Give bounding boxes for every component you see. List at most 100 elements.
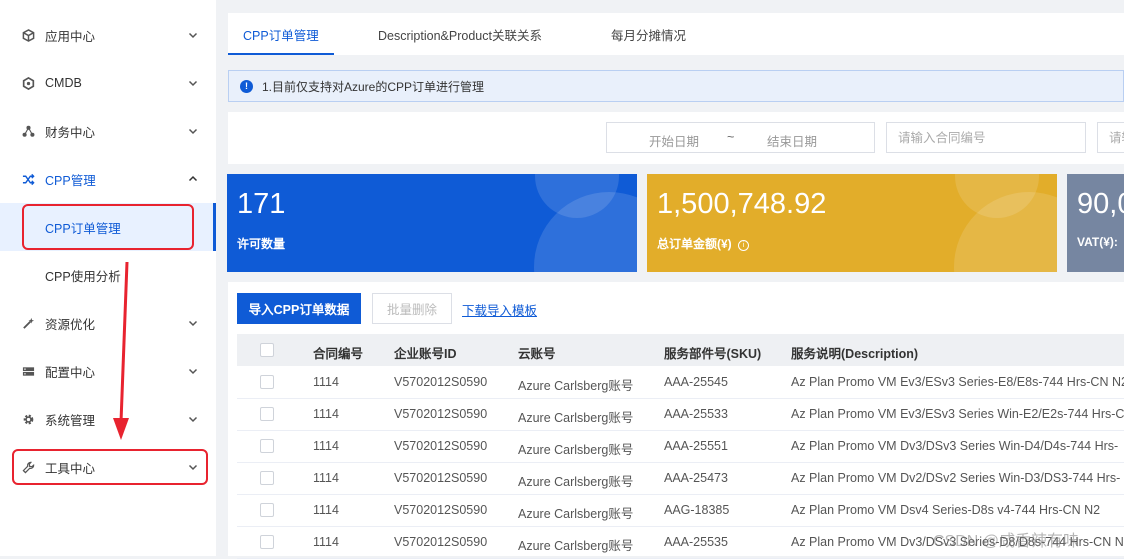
table-row[interactable]: 1114 V5702012S0590 Azure Carlsberg账号 AAA-25… [237,366,1124,399]
tab-monthly-allocation[interactable]: 每月分摊情况 [611,13,686,55]
cell-contract-number: 1114 [313,407,339,421]
tab-description-product[interactable]: Description&Product关联关系 [378,13,542,55]
cell-sku: AAA-25551 [664,439,728,453]
download-template-link[interactable]: 下载导入模板 [462,300,537,319]
cell-description: Az Plan Promo VM Ev3/ESv3 Series-E8/E8s-… [791,375,1124,389]
stat-card-license-count: 171 许可数量 [227,174,637,272]
cell-description: Az Plan Promo VM Dsv4 Series-D8s v4-744 … [791,503,1101,517]
cell-sku: AAA-25545 [664,375,728,389]
row-checkbox[interactable] [260,535,274,549]
stat-caption-text: 总订单金额(¥) [657,237,732,251]
cell-enterprise-id: V5702012S0590 [394,503,488,517]
wrench-icon [21,460,35,474]
info-notice: ! 1.目前仅支持对Azure的CPP订单进行管理 [228,70,1124,102]
cell-enterprise-id: V5702012S0590 [394,471,488,485]
contract-number-input[interactable] [886,122,1086,153]
stat-card-total-amount: 1,500,748.92 总订单金额(¥) i [647,174,1057,272]
sidebar-item-label: 资源优化 [45,317,96,332]
cell-contract-number: 1114 [313,471,339,485]
stat-caption: 许可数量 [237,237,286,251]
info-icon: ! [240,79,253,93]
cell-enterprise-id: V5702012S0590 [394,375,488,389]
chevron-down-icon [187,365,199,377]
stat-value: 90,0 [1077,188,1124,220]
cell-description: Az Plan Promo VM Ev3/ESv3 Series Win-E2/… [791,407,1124,421]
cube-icon [21,28,35,42]
watermark: CSDN @咸香辣有味 [933,533,1080,550]
sidebar-item-label: 应用中心 [45,29,96,44]
cell-sku: AAG-18385 [664,503,730,517]
col-contract-number: 合同编号 [313,347,364,361]
cell-cloud-account: Azure Carlsberg账号 [518,411,634,425]
import-cpp-orders-button[interactable]: 导入CPP订单数据 [237,293,361,324]
orders-panel: 导入CPP订单数据 批量删除 下载导入模板 合同编号 企业账号ID 云账号 服务… [228,282,1124,559]
nodes-icon [21,124,35,138]
stat-value: 171 [237,188,286,220]
chevron-down-icon [187,461,199,473]
sidebar-item-label: 工具中心 [45,461,96,476]
table-row[interactable]: 1114 V5702012S0590 Azure Carlsberg账号 AAA-25… [237,462,1124,495]
chevron-down-icon [187,29,199,41]
table-header: 合同编号 企业账号ID 云账号 服务部件号(SKU) 服务说明(Descript… [237,334,1124,366]
info-circle-icon[interactable]: i [738,240,750,251]
end-date-placeholder: 结束日期 [767,135,818,149]
stat-value: 1,500,748.92 [657,188,827,220]
stat-card-vat: 90,0 VAT(¥): [1067,174,1124,272]
cell-sku: AAA-25535 [664,535,728,549]
col-enterprise-id: 企业账号ID [394,347,457,361]
wand-icon [21,316,35,330]
sidebar-subitem-label: CPP订单管理 [45,221,121,236]
date-range-picker[interactable]: 开始日期 ~ 结束日期 [606,122,875,153]
sidebar-item-finance-center[interactable]: 财务中心 [0,107,216,155]
shuffle-icon [21,172,35,186]
cog-icon [21,412,35,426]
cell-enterprise-id: V5702012S0590 [394,535,488,549]
cell-contract-number: 1114 [313,439,339,453]
sidebar-item-label: 系统管理 [45,413,96,428]
row-checkbox[interactable] [260,471,274,485]
sidebar-item-cpp-management[interactable]: CPP管理 [0,155,216,203]
col-cloud-account: 云账号 [518,347,556,361]
tab-cpp-orders[interactable]: CPP订单管理 [228,13,334,55]
sidebar-item-app-center[interactable]: 应用中心 [0,11,216,59]
sidebar-item-label: CPP管理 [45,173,96,188]
cell-description: Az Plan Promo VM Dv3/DSv3 Series Win-D4/… [791,439,1119,453]
cell-enterprise-id: V5702012S0590 [394,407,488,421]
select-all-checkbox[interactable] [260,343,274,357]
notice-text: 1.目前仅支持对Azure的CPP订单进行管理 [262,79,485,94]
gear-icon [21,76,35,90]
row-checkbox[interactable] [260,407,274,421]
sidebar-item-cmdb[interactable]: CMDB [0,59,216,107]
arrow-down-icon [113,261,129,440]
row-checkbox[interactable] [260,375,274,389]
cell-cloud-account: Azure Carlsberg账号 [518,475,634,489]
server-icon [21,364,35,378]
cell-sku: AAA-25533 [664,407,728,421]
cell-cloud-account: Azure Carlsberg账号 [518,379,634,393]
cell-cloud-account: Azure Carlsberg账号 [518,443,634,457]
date-separator: ~ [727,130,735,144]
table-row[interactable]: 1114 V5702012S0590 Azure Carlsberg账号 AAA-25… [237,430,1124,463]
cell-cloud-account: Azure Carlsberg账号 [518,539,634,553]
cell-contract-number: 1114 [313,535,339,549]
stat-caption: VAT(¥): [1077,235,1118,249]
row-checkbox[interactable] [260,503,274,517]
col-description: 服务说明(Description) [791,347,919,361]
table-row[interactable]: 1114 V5702012S0590 Azure Carlsberg账号 AAG-18… [237,494,1124,527]
chevron-down-icon [187,317,199,329]
cell-enterprise-id: V5702012S0590 [394,439,488,453]
chevron-down-icon [187,413,199,425]
tab-bar: CPP订单管理 Description&Product关联关系 每月分摊情况 [228,13,1124,55]
cell-cloud-account: Azure Carlsberg账号 [518,507,634,521]
batch-delete-button: 批量删除 [372,293,452,324]
sidebar-item-tool-center[interactable]: 工具中心 [0,443,216,491]
table-row[interactable]: 1114 V5702012S0590 Azure Carlsberg账号 AAA-25… [237,398,1124,431]
col-sku: 服务部件号(SKU) [664,347,762,361]
chevron-down-icon [187,125,199,137]
third-filter-input[interactable] [1097,122,1124,153]
sidebar-subitem-cpp-orders[interactable]: CPP订单管理 [0,203,216,251]
row-checkbox[interactable] [260,439,274,453]
chevron-up-icon [187,173,199,185]
sidebar-item-label: CMDB [45,76,82,90]
filter-bar: 开始日期 ~ 结束日期 [228,112,1124,164]
